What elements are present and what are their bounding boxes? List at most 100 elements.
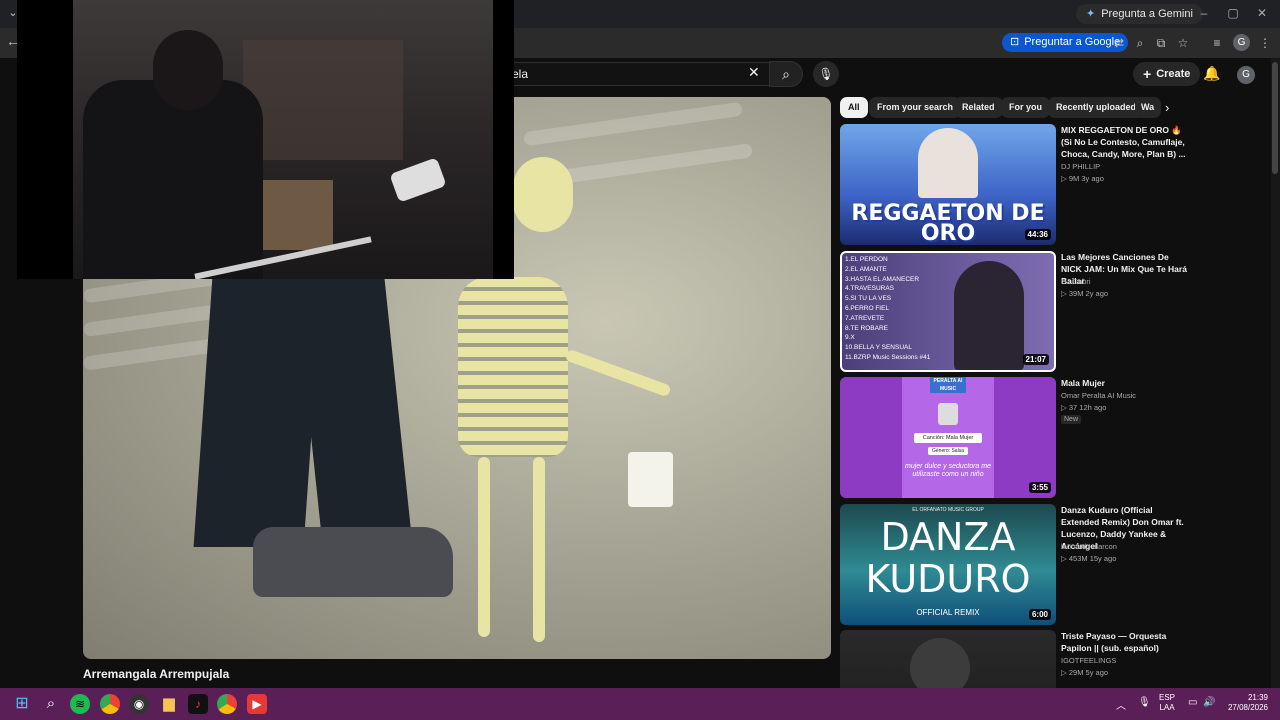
lang-primary: ESP (1159, 693, 1176, 702)
video-thumbnail[interactable]: PERALTA AI MUSIC Canción: Mala Mujer Gén… (840, 377, 1056, 498)
person-leg (294, 277, 412, 537)
chrome-profile-icon[interactable] (217, 694, 237, 714)
thumb-line-1: DANZA (880, 515, 1016, 559)
yt-account-avatar[interactable]: G (1237, 66, 1255, 84)
person-body (83, 80, 263, 279)
tiktok-icon[interactable]: ♪ (188, 694, 208, 714)
gemini-button[interactable]: ✦ Pregunta a Gemini (1076, 4, 1203, 24)
ask-google-label: Preguntar a Google (1024, 36, 1121, 48)
recommendation-item[interactable]: 1.EL PERDON 2.EL AMANTE 3.HASTA EL AMANECE… (840, 251, 1250, 372)
video-thumbnail[interactable]: EL ORFANATO MUSIC GROUP DANZA KUDURO OFF… (840, 504, 1056, 625)
skeleton-leg (478, 457, 490, 637)
scrollbar-thumb[interactable] (1272, 62, 1278, 174)
video-thumbnail[interactable]: 1.EL PERDON 2.EL AMANTE 3.HASTA EL AMANECE… (840, 251, 1056, 372)
chrome-icon[interactable] (100, 694, 120, 714)
system-clock[interactable]: 21:39 27/08/2026 (1222, 693, 1268, 713)
language-indicator[interactable]: ESP LAA (1159, 693, 1175, 713)
tray-overflow-icon[interactable]: ︿ (1116, 697, 1126, 712)
browser-menu-icon[interactable]: ⋮ (1256, 34, 1274, 52)
taskbar-search-icon[interactable]: ⌕ (41, 694, 61, 714)
clock-time: 21:39 (1247, 693, 1268, 702)
new-badge: New (1061, 415, 1082, 424)
video-thumbnail[interactable]: REGGAETON DE ORO 44:36 (840, 124, 1056, 245)
recommendation-item[interactable]: Triste Payaso — Orquesta Papilon || (sub… (840, 630, 1250, 688)
install-app-icon[interactable]: ⧉ (1152, 34, 1170, 52)
tracklist-line: 7.ATREVETE (845, 314, 885, 322)
person-head (153, 30, 223, 110)
minimize-icon[interactable]: – (1191, 4, 1217, 22)
tracklist-line: 10.BELLA Y SENSUAL (845, 344, 912, 352)
duration-badge: 6:00 (1028, 609, 1051, 620)
thumbnail-text: REGGAETON DE ORO (851, 201, 1045, 245)
duration-badge: 3:55 (1028, 482, 1051, 493)
bookmark-star-icon[interactable]: ☆ (1174, 34, 1192, 52)
search-input[interactable] (495, 62, 769, 86)
rec-channel[interactable]: leonardo alarcon (1061, 542, 1117, 551)
search-button[interactable]: ⌕ (769, 61, 803, 87)
tracklist-line: 5.SI TU LA VES (845, 295, 892, 303)
tracklist-line: 2.EL AMANTE (845, 265, 887, 273)
skeleton-ribcage (458, 277, 568, 457)
chip-related[interactable]: Related (954, 97, 1003, 118)
rec-title[interactable]: Triste Payaso — Orquesta Papilon || (sub… (1061, 630, 1189, 654)
chip-for-you[interactable]: For you (1001, 97, 1050, 118)
recommendation-item[interactable]: EL ORFANATO MUSIC GROUP DANZA KUDURO OFF… (840, 504, 1250, 625)
brand-logo: PERALTA AI MUSIC (930, 377, 966, 393)
video-thumbnail[interactable] (840, 630, 1056, 688)
close-window-icon[interactable]: ✕ (1249, 4, 1275, 22)
search-icon: ⌕ (782, 66, 790, 82)
chip-recently-uploaded[interactable]: Recently uploaded (1048, 97, 1145, 118)
chip-watched[interactable]: Wa (1135, 97, 1161, 118)
spotify-icon[interactable]: ≋ (70, 694, 90, 714)
rec-meta: ▷ 29M 5y ago (1061, 668, 1109, 677)
lens-icon: ⊡ (1010, 36, 1020, 48)
chip-all[interactable]: All (840, 97, 868, 118)
chip-from-your-search[interactable]: From your search (869, 97, 962, 118)
tracklist-line: 3.HASTA EL AMANECER (845, 275, 920, 283)
rec-channel[interactable]: DJ PHILLIP (1061, 162, 1100, 171)
lang-secondary: LAA (1159, 703, 1175, 712)
rec-meta: ▷ 37 12h ago (1061, 403, 1107, 412)
duration-badge: 21:07 (1022, 354, 1049, 365)
paper-cup (628, 452, 673, 507)
song-label: Canción: Mala Mujer (914, 433, 982, 443)
file-explorer-icon[interactable]: ▆ (159, 694, 179, 714)
network-icon[interactable]: ▭ (1188, 697, 1197, 708)
volume-icon[interactable]: 🔊 (1203, 697, 1215, 708)
rec-channel[interactable]: IGOTFEELINGS (1061, 656, 1116, 665)
floor-stripe (552, 143, 754, 185)
translate-icon[interactable]: ⇄ (1110, 34, 1128, 52)
recommendation-item[interactable]: PERALTA AI MUSIC Canción: Mala Mujer Gén… (840, 377, 1250, 498)
rec-title[interactable]: MIX REGGAETON DE ORO 🔥 (Si No Le Contest… (1061, 124, 1189, 160)
notifications-bell-icon[interactable]: 🔔 (1203, 65, 1220, 82)
thumb-line-2: KUDURO (865, 557, 1031, 601)
clear-search-icon[interactable]: ✕ (748, 64, 760, 81)
rec-channel[interactable]: Omar Peralta AI Music (1061, 391, 1136, 400)
rec-title[interactable]: Mala Mujer (1061, 377, 1189, 389)
maximize-icon[interactable]: ▢ (1220, 4, 1246, 22)
skeleton-skull (513, 157, 573, 232)
voice-search-button[interactable]: 🎙 (813, 61, 839, 87)
windows-start-icon[interactable]: ⊞ (12, 694, 32, 714)
skeleton-leg (533, 457, 545, 642)
skeleton-arm (564, 348, 672, 398)
dj-figure (918, 128, 978, 198)
obs-icon[interactable]: ◉ (129, 694, 149, 714)
reading-list-icon[interactable]: ≡ (1208, 34, 1226, 52)
floor-stripe (523, 101, 743, 147)
chips-next-chevron-icon[interactable]: › (1165, 100, 1169, 115)
zoom-icon[interactable]: ⌕ (1131, 34, 1149, 52)
tracklist-line: 9.X (845, 334, 855, 342)
lyric-text: mujer dulce y seductora me utilizaste co… (905, 463, 991, 478)
rec-channel[interactable]: DJ Gabri (1061, 277, 1091, 286)
label-text: EL ORFANATO MUSIC GROUP (912, 507, 984, 513)
tracklist: 1.EL PERDON 2.EL AMANTE 3.HASTA EL AMANECE… (845, 255, 930, 363)
mic-icon: 🎙 (818, 67, 834, 81)
tracklist-line: 4.TRAVESURAS (845, 285, 895, 293)
recommendation-item[interactable]: REGGAETON DE ORO 44:36 MIX REGGAETON DE … (840, 124, 1250, 245)
search-input-value: ela (512, 67, 529, 81)
tray-mic-icon[interactable]: 🎙 (1138, 697, 1151, 708)
streaming-app-icon[interactable]: ▶ (247, 694, 267, 714)
browser-profile-avatar[interactable]: G (1233, 34, 1250, 51)
create-button[interactable]: + Create (1133, 62, 1201, 86)
